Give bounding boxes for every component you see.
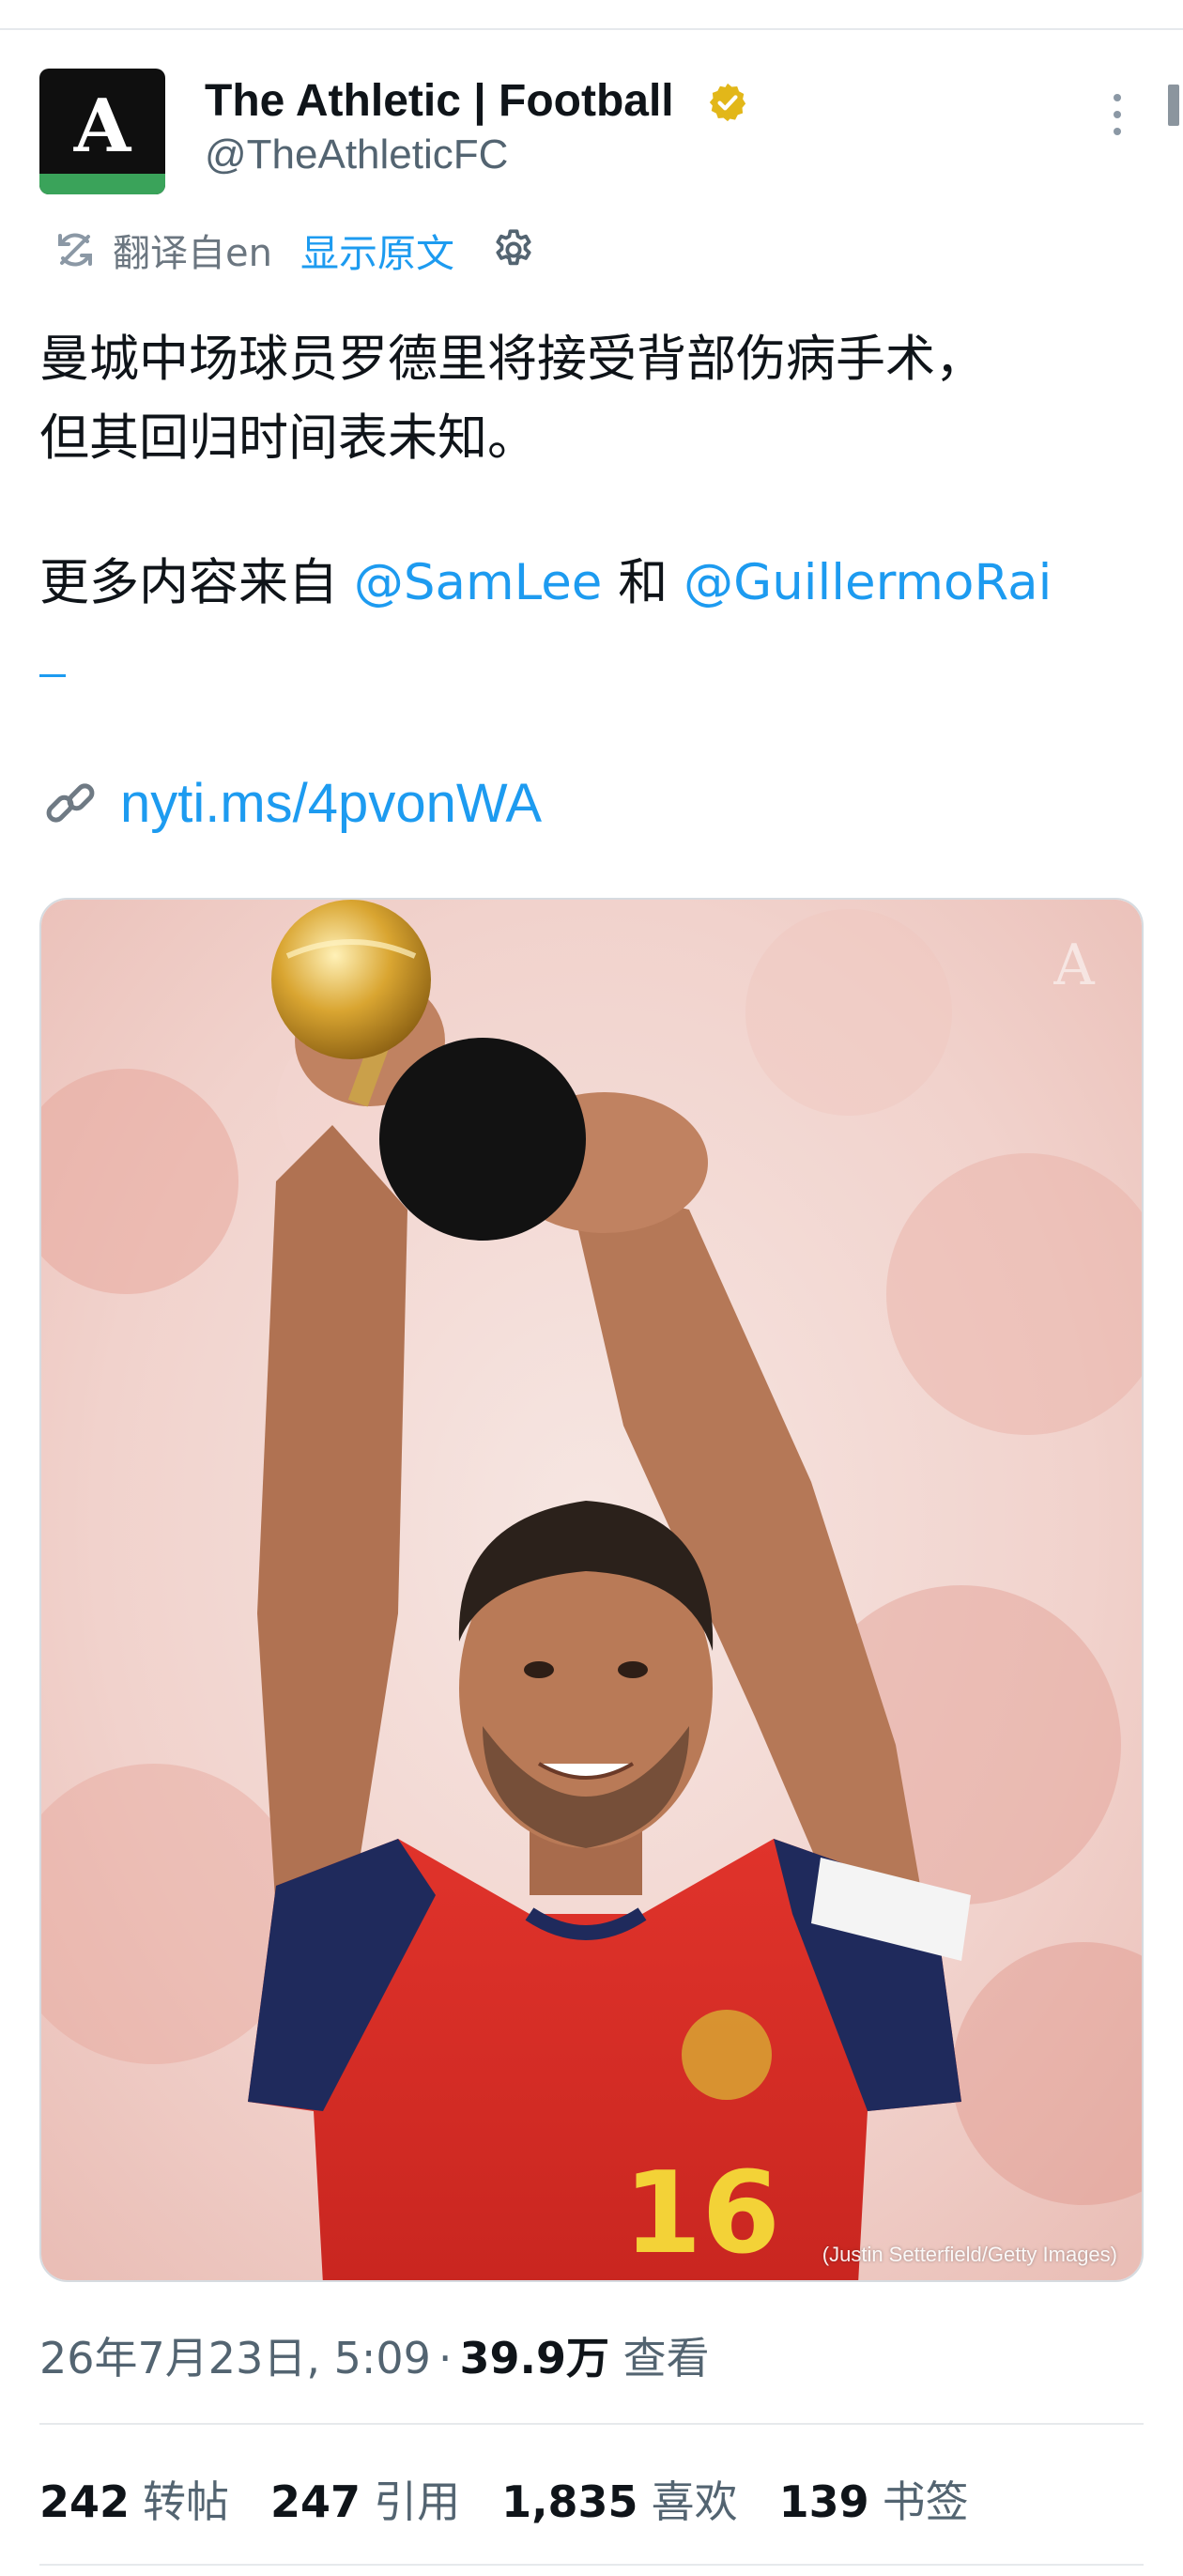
tweet-link-row[interactable]: nyti.ms/4pvonWA <box>39 770 542 836</box>
reposts-count: 242 <box>39 2476 131 2527</box>
verified-badge-icon <box>709 83 746 122</box>
quotes-stat[interactable]: 247 引用 <box>270 2468 460 2530</box>
bookmarks-count: 139 <box>778 2476 869 2527</box>
translate-icon <box>58 233 92 267</box>
author-handle[interactable]: @TheAthleticFC <box>205 131 508 178</box>
likes-label: 喜欢 <box>651 2476 738 2527</box>
likes-count: 1,835 <box>501 2476 638 2527</box>
tweet-text-credits: 更多内容来自 @SamLee 和 @GuillermoRai <box>39 543 1052 614</box>
tweet-detail-page: A The Athletic | Football @TheAthleticFC… <box>0 0 1183 2576</box>
avatar-stripe <box>39 174 165 194</box>
translation-row: 翻译自en 显示原文 <box>53 222 537 278</box>
gear-icon[interactable] <box>490 226 537 273</box>
tweet-link[interactable]: nyti.ms/4pvonWA <box>120 772 542 835</box>
views-label: 查看 <box>622 2333 710 2383</box>
svg-text:16: 16 <box>623 2149 780 2279</box>
mention-guillermorai[interactable]: @GuillermoRai <box>684 554 1052 611</box>
credits-prefix: 更多内容来自 <box>39 554 354 611</box>
bookmarks-label: 书签 <box>882 2476 969 2527</box>
credits-connector: 和 <box>602 554 684 611</box>
meta-separator: · <box>438 2333 453 2383</box>
mention-overflow-mark <box>39 674 66 677</box>
reposts-stat[interactable]: 242 转帖 <box>39 2468 229 2530</box>
tweet-text-line-2: 但其回归时间表未知。 <box>39 409 537 467</box>
mention-samlee[interactable]: @SamLee <box>354 554 603 611</box>
likes-stat[interactable]: 1,835 喜欢 <box>501 2468 738 2530</box>
avatar[interactable]: A <box>39 69 165 194</box>
tweet-text-line-1: 曼城中场球员罗德里将接受背部伤病手术， <box>39 331 985 388</box>
quotes-count: 247 <box>270 2476 361 2527</box>
tweet-meta-row: 26年7月23日, 5:09 · 39.9万 查看 <box>39 2324 710 2386</box>
link-icon <box>46 783 95 823</box>
top-divider <box>0 28 1183 30</box>
photo-credit: (Justin Setterfield/Getty Images) <box>822 2243 1117 2266</box>
engagement-stats: 242 转帖 247 引用 1,835 喜欢 139 书签 <box>39 2468 1010 2530</box>
quotes-label: 引用 <box>374 2476 461 2527</box>
translated-from-label: 翻译自en <box>113 232 272 275</box>
divider <box>39 2564 1144 2566</box>
tweet-timestamp[interactable]: 26年7月23日, 5:09 <box>39 2333 431 2383</box>
scrollbar-thumb[interactable] <box>1168 85 1179 126</box>
media-watermark: A <box>1052 933 1095 998</box>
author-display-name[interactable]: The Athletic | Football <box>205 75 674 127</box>
bookmarks-stat[interactable]: 139 书签 <box>779 2468 969 2530</box>
views-count: 39.9万 <box>459 2333 610 2383</box>
divider <box>39 2423 1144 2425</box>
tweet-media-image[interactable]: A 16 (Justin Setterfield/Getty Images) <box>39 898 1144 2282</box>
avatar-logo-letter: A <box>73 84 131 169</box>
reposts-label: 转帖 <box>143 2476 230 2527</box>
more-options-icon[interactable] <box>1106 94 1129 147</box>
show-original-link[interactable]: 显示原文 <box>300 222 454 278</box>
player-trophy-photo: A 16 <box>41 900 1142 2280</box>
